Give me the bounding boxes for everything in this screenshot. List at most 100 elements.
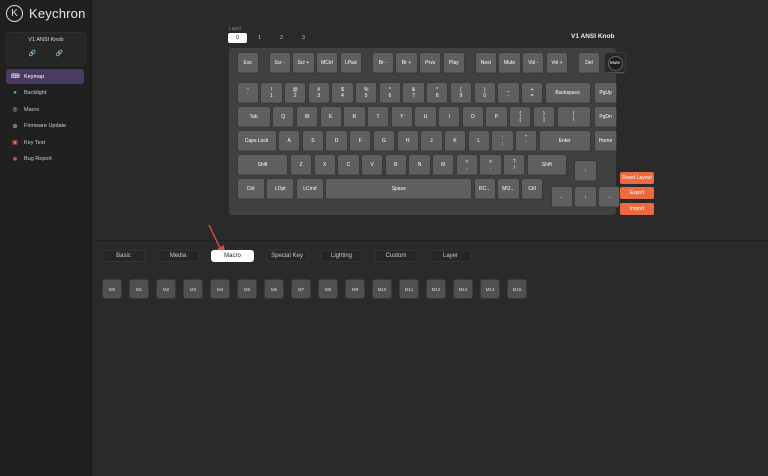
key[interactable]: $4 bbox=[331, 82, 354, 104]
key[interactable]: ← bbox=[550, 186, 573, 208]
key[interactable]: W bbox=[295, 106, 319, 128]
key[interactable]: & 7 bbox=[402, 82, 425, 104]
sidebar-item-keymap[interactable]: ⌨ Keymap bbox=[6, 69, 84, 84]
key[interactable]: Next bbox=[474, 52, 498, 74]
macro-key[interactable]: M10 bbox=[372, 279, 392, 299]
key[interactable]: Mute bbox=[603, 52, 627, 74]
key[interactable]: LPad bbox=[339, 52, 362, 74]
key[interactable]: → bbox=[597, 186, 621, 208]
key[interactable]: ? / bbox=[503, 154, 526, 176]
key[interactable]: S bbox=[301, 130, 325, 152]
import-button[interactable]: Import bbox=[620, 203, 654, 215]
key[interactable]: R bbox=[343, 106, 366, 128]
macro-key[interactable]: M1 bbox=[129, 279, 149, 299]
key[interactable]: % 5 bbox=[355, 82, 378, 104]
macro-key[interactable]: M4 bbox=[210, 279, 230, 299]
reset-layout-button[interactable]: Reset Layout bbox=[620, 172, 654, 184]
key[interactable]: Br + bbox=[395, 52, 418, 74]
key[interactable]: G bbox=[372, 130, 396, 152]
macro-key[interactable]: M15 bbox=[507, 279, 527, 299]
key[interactable]: T bbox=[366, 106, 390, 128]
tab-custom[interactable]: Custom bbox=[374, 250, 418, 262]
key[interactable]: LCmd bbox=[295, 178, 325, 200]
key[interactable]: ↑ bbox=[574, 160, 597, 182]
macro-key[interactable]: M0 bbox=[102, 279, 122, 299]
tab-macro[interactable]: Macro bbox=[211, 250, 254, 262]
key[interactable]: C bbox=[337, 154, 360, 176]
key[interactable]: Y bbox=[390, 106, 413, 128]
macro-key[interactable]: M3 bbox=[183, 279, 203, 299]
key[interactable]: F bbox=[349, 130, 372, 152]
sidebar-item-bug-report[interactable]: ✱ Bug Report bbox=[6, 152, 84, 167]
key[interactable]: Q bbox=[272, 106, 295, 128]
key[interactable]: Caps Lock bbox=[236, 130, 277, 152]
key[interactable]: O bbox=[461, 106, 484, 128]
key[interactable]: RC... bbox=[473, 178, 496, 200]
macro-key[interactable]: M14 bbox=[480, 279, 500, 299]
macro-key[interactable]: M8 bbox=[318, 279, 338, 299]
macro-key[interactable]: M12 bbox=[426, 279, 446, 299]
key[interactable]: Play bbox=[442, 52, 466, 74]
sidebar-item-firmware-update[interactable]: ⊕ Firmware Update bbox=[6, 119, 84, 134]
key[interactable]: PgDn bbox=[594, 106, 617, 128]
key[interactable]: Mute bbox=[498, 52, 521, 74]
key[interactable]: (9 bbox=[449, 82, 473, 104]
key[interactable]: #3 bbox=[307, 82, 330, 104]
tab-layer[interactable]: Layer bbox=[429, 250, 472, 262]
sidebar-item-key-test[interactable]: ▣ Key Test bbox=[6, 135, 84, 150]
key[interactable]: ^ 6 bbox=[378, 82, 402, 104]
key[interactable]: L bbox=[467, 130, 490, 152]
key[interactable]: A bbox=[278, 130, 301, 152]
key[interactable]: LOpt bbox=[266, 178, 295, 200]
tab-lighting[interactable]: Lighting bbox=[320, 250, 363, 262]
key[interactable]: P bbox=[485, 106, 508, 128]
key[interactable]: | \ bbox=[556, 106, 591, 128]
sidebar-item-backlight[interactable]: ● Backlight bbox=[6, 86, 84, 101]
key[interactable]: Ctrl bbox=[520, 178, 544, 200]
macro-key[interactable]: M13 bbox=[453, 279, 473, 299]
macro-key[interactable]: M6 bbox=[264, 279, 284, 299]
layer-tab-0[interactable]: 0 bbox=[228, 33, 247, 43]
sidebar-item-macro[interactable]: ◎ Macro bbox=[6, 102, 84, 117]
key[interactable]: N bbox=[408, 154, 431, 176]
key[interactable]: V bbox=[360, 154, 384, 176]
key[interactable]: E bbox=[319, 106, 342, 128]
key[interactable]: Scr - bbox=[268, 52, 291, 74]
knob-icon[interactable]: Mute bbox=[607, 55, 623, 71]
tab-special-key[interactable]: Special Key bbox=[265, 250, 309, 262]
key[interactable]: :; bbox=[491, 130, 514, 152]
key[interactable]: Ctrl bbox=[236, 178, 265, 200]
key[interactable]: Vol - bbox=[522, 52, 545, 74]
macro-key[interactable]: M7 bbox=[291, 279, 311, 299]
macro-key[interactable]: M5 bbox=[237, 279, 257, 299]
key[interactable]: * 8 bbox=[426, 82, 449, 104]
tab-basic[interactable]: Basic bbox=[102, 250, 145, 262]
key[interactable]: Esc bbox=[236, 52, 259, 74]
export-button[interactable]: Export bbox=[620, 187, 654, 199]
key[interactable]: Space bbox=[325, 178, 473, 200]
key[interactable]: U bbox=[414, 106, 437, 128]
key[interactable]: M bbox=[432, 154, 455, 176]
key[interactable]: Tab bbox=[236, 106, 271, 128]
key[interactable]: ) 0 bbox=[473, 82, 496, 104]
key[interactable]: Shift bbox=[236, 154, 289, 176]
key[interactable]: H bbox=[396, 130, 419, 152]
key[interactable]: X bbox=[313, 154, 336, 176]
key[interactable]: Prvs bbox=[419, 52, 442, 74]
key[interactable]: Z bbox=[289, 154, 313, 176]
key[interactable]: ~ ` bbox=[236, 82, 259, 104]
key[interactable]: ↓ bbox=[574, 186, 597, 208]
key[interactable]: Vol + bbox=[545, 52, 569, 74]
macro-key[interactable]: M9 bbox=[345, 279, 365, 299]
key[interactable]: <, bbox=[455, 154, 479, 176]
key[interactable]: + = bbox=[520, 82, 544, 104]
unlink-icon[interactable]: 🔗 bbox=[56, 50, 63, 57]
key[interactable]: Home bbox=[594, 130, 617, 152]
macro-key[interactable]: M11 bbox=[399, 279, 419, 299]
key[interactable]: D bbox=[325, 130, 348, 152]
key[interactable]: }] bbox=[532, 106, 556, 128]
key[interactable]: Enter bbox=[538, 130, 591, 152]
key[interactable]: >. bbox=[479, 154, 502, 176]
key[interactable]: B bbox=[384, 154, 407, 176]
key[interactable]: J bbox=[420, 130, 443, 152]
